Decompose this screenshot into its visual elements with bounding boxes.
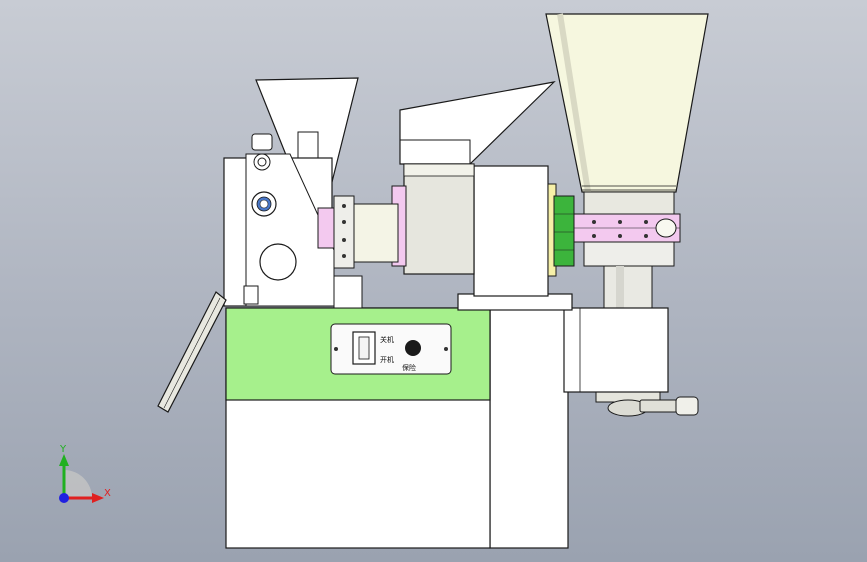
drive-coupling[interactable] <box>547 183 575 277</box>
panel-label-on: 开机 <box>380 355 394 364</box>
control-panel[interactable]: 关机 开机 保险 <box>330 323 452 375</box>
fuse-knob[interactable] <box>405 340 421 356</box>
extruder-barrel[interactable] <box>333 163 475 275</box>
output-tray[interactable] <box>157 291 227 413</box>
right-hopper[interactable] <box>545 13 709 193</box>
crank-handle[interactable] <box>639 396 699 416</box>
y-axis-label: Y <box>59 444 67 455</box>
x-axis-label: X <box>104 488 111 499</box>
z-axis-dot <box>59 493 69 503</box>
panel-label-fuse: 保险 <box>402 363 416 372</box>
middle-hopper[interactable] <box>399 81 556 165</box>
left-head-unit[interactable] <box>223 77 363 309</box>
panel-label-off: 关机 <box>380 335 394 344</box>
right-housing[interactable] <box>489 307 669 549</box>
right-hopper-collar[interactable] <box>573 191 681 267</box>
cad-viewport[interactable]: 关机 开机 保险 Y X <box>0 0 867 562</box>
axis-triad: Y X <box>59 444 111 503</box>
